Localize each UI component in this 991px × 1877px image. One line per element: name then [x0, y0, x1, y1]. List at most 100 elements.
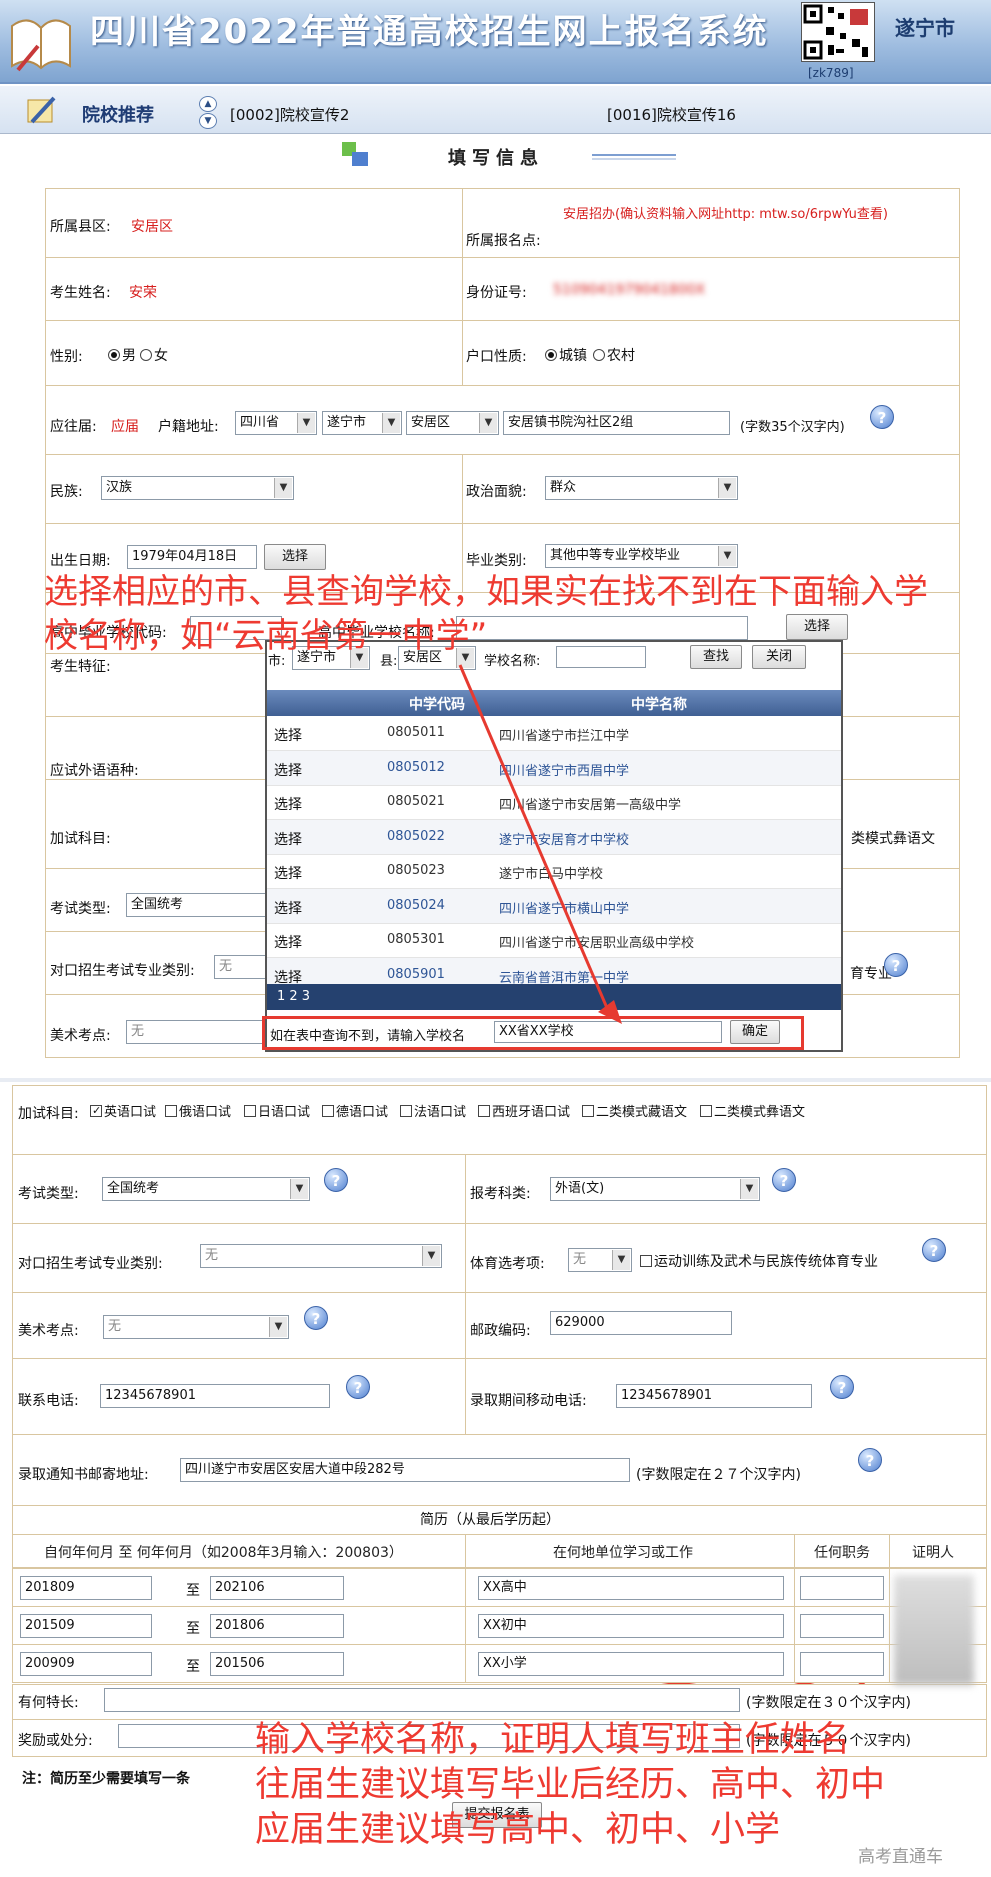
table-row[interactable]: 选择 0805024 四川省遂宁市横山中学	[267, 888, 841, 924]
subject-select[interactable]: 外语(文) ▼	[550, 1177, 760, 1201]
resume-from-input[interactable]: 200909	[20, 1652, 152, 1676]
resume-from-input[interactable]: 201809	[20, 1576, 152, 1600]
specialty-input[interactable]	[104, 1688, 740, 1712]
row-name: 四川省遂宁市西眉中学	[499, 763, 630, 779]
help-icon[interactable]: ?	[858, 1448, 882, 1472]
birth-choose-button[interactable]: 选择	[264, 544, 326, 570]
dk-select[interactable]: 无	[214, 955, 266, 979]
checkbox-icon[interactable]	[640, 1255, 652, 1267]
table-row[interactable]: 选择 0805021 四川省遂宁市安居第一高级中学	[267, 785, 841, 820]
checkbox-icon[interactable]	[244, 1105, 256, 1117]
resume-unit-input[interactable]: XX小学	[478, 1652, 784, 1676]
header-city: 遂宁市	[895, 16, 955, 40]
checkbox-icon[interactable]	[400, 1105, 412, 1117]
resume-from-input[interactable]: 201509	[20, 1614, 152, 1638]
dk-select[interactable]: 无 ▼	[200, 1244, 442, 1268]
table-row[interactable]: 选择 0805023 遂宁市白马中学校	[267, 854, 841, 889]
radio-icon[interactable]	[593, 349, 605, 361]
help-icon[interactable]: ?	[324, 1168, 348, 1192]
row-select-link[interactable]: 选择	[274, 932, 302, 952]
pager[interactable]: 1 2 3	[267, 984, 841, 1010]
gender-radio-male[interactable]: 男	[108, 345, 136, 365]
arrow-down-icon[interactable]: ▼	[199, 113, 217, 129]
city-select[interactable]: 遂宁市 ▼	[322, 411, 402, 435]
help-icon[interactable]: ?	[346, 1375, 370, 1399]
radio-icon[interactable]	[108, 349, 120, 361]
row-select-link[interactable]: 选择	[274, 863, 302, 883]
scroll-arrows[interactable]: ▲ ▼	[199, 96, 219, 130]
arrow-up-icon[interactable]: ▲	[199, 96, 217, 112]
school-name-input[interactable]	[456, 616, 748, 640]
highlight-box	[262, 1016, 804, 1050]
row-select-link[interactable]: 选择	[274, 898, 302, 918]
checkbox-icon[interactable]	[165, 1105, 177, 1117]
art-select[interactable]: 无 ▼	[103, 1315, 289, 1339]
sport-select[interactable]: 无 ▼	[568, 1248, 632, 1272]
recommend-item[interactable]: [0002]院校宣传2	[230, 104, 349, 125]
help-icon[interactable]: ?	[870, 405, 894, 429]
extra-subject-checkbox[interactable]: 法语口试	[400, 1101, 466, 1120]
hukou-radio-rural[interactable]: 农村	[593, 345, 635, 365]
row-code: 0805301	[387, 932, 445, 947]
resume-post-input[interactable]	[800, 1652, 884, 1676]
district-select[interactable]: 安居区 ▼	[406, 411, 499, 435]
checkbox-icon[interactable]	[582, 1105, 594, 1117]
nation-select[interactable]: 汉族 ▼	[101, 476, 294, 500]
resume-unit-input[interactable]: XX高中	[478, 1576, 784, 1600]
mail-input[interactable]: 四川遂宁市安居区安居大道中段282号	[180, 1458, 630, 1482]
radio-icon[interactable]	[545, 349, 557, 361]
extra-subject-checkbox[interactable]: 俄语口试	[165, 1101, 231, 1120]
hukou-radio-urban[interactable]: 城镇	[545, 345, 587, 365]
checkbox-icon[interactable]	[478, 1105, 490, 1117]
table-row[interactable]: 选择 0805011 四川省遂宁市拦江中学	[267, 716, 841, 751]
checkbox-icon[interactable]	[700, 1105, 712, 1117]
mobile-input[interactable]: 12345678901	[616, 1384, 812, 1408]
help-icon[interactable]: ?	[922, 1238, 946, 1262]
art-select[interactable]: 无	[126, 1020, 266, 1044]
gender-radio-female[interactable]: 女	[140, 345, 168, 365]
resume-to-input[interactable]: 202106	[210, 1576, 344, 1600]
extra-subject-checkbox[interactable]: 西班牙语口试	[478, 1101, 570, 1120]
checkbox-icon[interactable]	[90, 1105, 102, 1117]
recommend-label: 院校推荐	[82, 105, 154, 126]
resume-unit-input[interactable]: XX初中	[478, 1614, 784, 1638]
politics-select[interactable]: 群众 ▼	[545, 476, 738, 500]
exam-type-select[interactable]: 全国统考 ▼	[102, 1177, 310, 1201]
popup-search-button[interactable]: 查找	[690, 645, 742, 669]
table-row[interactable]: 选择 0805301 四川省遂宁市安居职业高级中学校	[267, 923, 841, 958]
extra-subject-checkbox[interactable]: 德语口试	[322, 1101, 388, 1120]
birth-input[interactable]: 1979年04月18日	[127, 545, 257, 569]
radio-icon[interactable]	[140, 349, 152, 361]
table-row[interactable]: 选择 0805022 遂宁市安居育才中学校	[267, 819, 841, 855]
table-row[interactable]: 选择 0805012 四川省遂宁市西眉中学	[267, 750, 841, 786]
help-icon[interactable]: ?	[884, 953, 908, 977]
extra-subject-checkbox[interactable]: 二类模式藏语文	[582, 1101, 687, 1120]
grad-select[interactable]: 其他中等专业学校毕业 ▼	[545, 544, 738, 568]
row-select-link[interactable]: 选择	[274, 725, 302, 745]
resume-to-input[interactable]: 201806	[210, 1614, 344, 1638]
resume-post-input[interactable]	[800, 1614, 884, 1638]
phone-input[interactable]: 12345678901	[100, 1384, 330, 1408]
hukou-label: 户口性质:	[466, 349, 527, 365]
resume-to-input[interactable]: 201506	[210, 1652, 344, 1676]
row-select-link[interactable]: 选择	[274, 829, 302, 849]
extra-subject-checkbox[interactable]: 英语口试	[90, 1101, 156, 1120]
exam-type-select[interactable]: 全国统考	[126, 893, 266, 917]
recommend-item[interactable]: [0016]院校宣传16	[607, 104, 736, 125]
extra-subject-checkbox[interactable]: 二类模式彝语文	[700, 1101, 805, 1120]
province-select[interactable]: 四川省 ▼	[235, 411, 317, 435]
row-select-link[interactable]: 选择	[274, 760, 302, 780]
school-choose-button[interactable]: 选择	[786, 614, 848, 640]
help-icon[interactable]: ?	[304, 1306, 328, 1330]
help-icon[interactable]: ?	[772, 1168, 796, 1192]
address-input[interactable]: 安居镇书院沟社区2组	[503, 411, 730, 435]
checkbox-icon[interactable]	[322, 1105, 334, 1117]
popup-school-input[interactable]	[556, 646, 646, 668]
zip-input[interactable]: 629000	[550, 1311, 732, 1335]
popup-close-button[interactable]: 关闭	[752, 645, 806, 669]
sport-checkbox[interactable]: 运动训练及武术与民族传统体育专业	[640, 1251, 878, 1271]
resume-post-input[interactable]	[800, 1576, 884, 1600]
extra-subject-checkbox[interactable]: 日语口试	[244, 1101, 310, 1120]
row-select-link[interactable]: 选择	[274, 794, 302, 814]
help-icon[interactable]: ?	[830, 1375, 854, 1399]
